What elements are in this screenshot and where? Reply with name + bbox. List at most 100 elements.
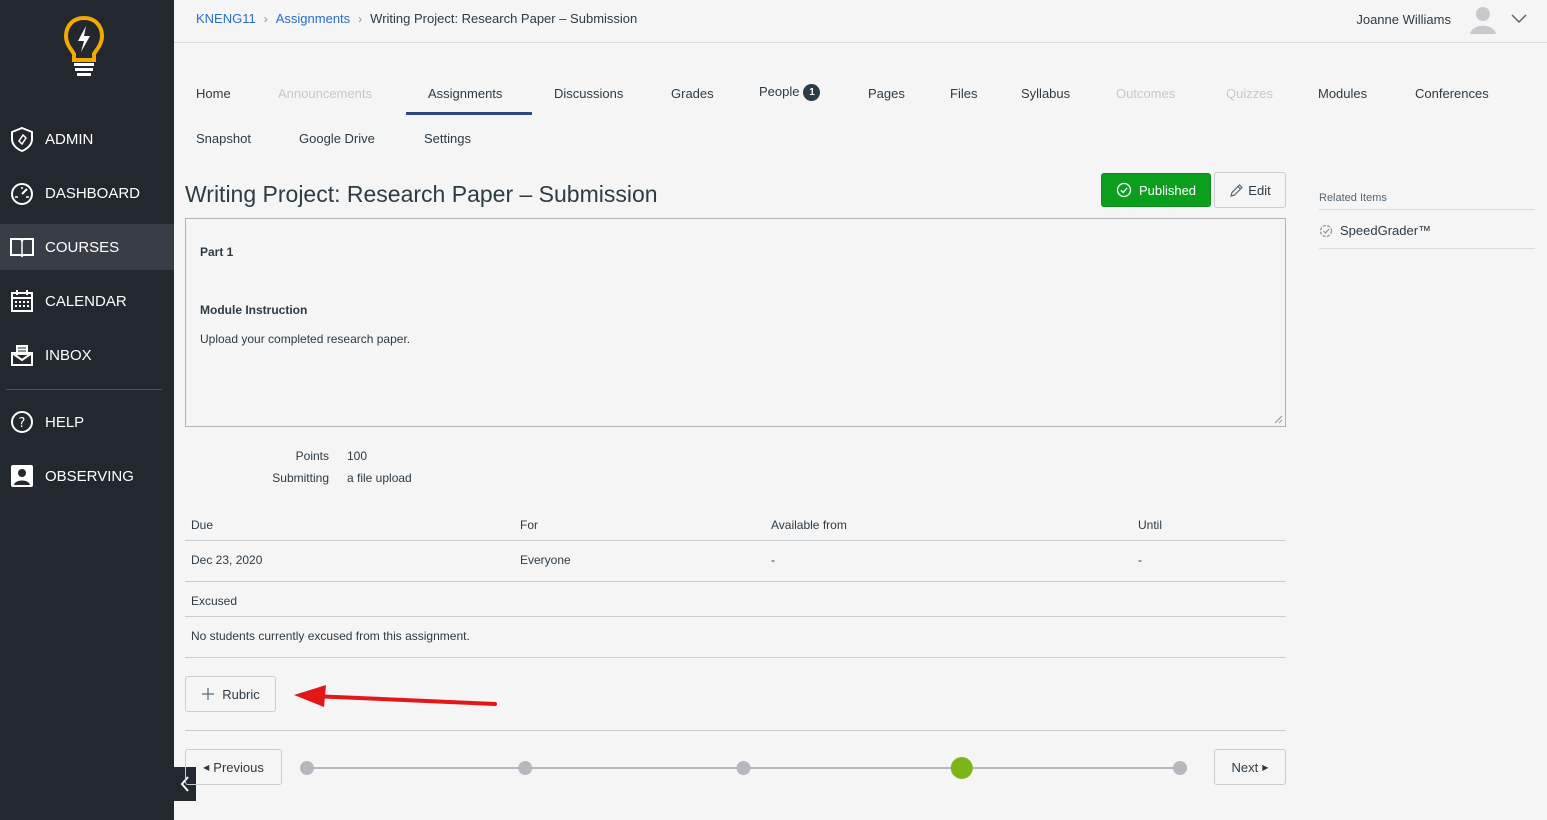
tab-outcomes[interactable]: Outcomes bbox=[1116, 86, 1175, 101]
resize-handle-icon[interactable] bbox=[1274, 415, 1283, 424]
submitting-value: a file upload bbox=[347, 471, 412, 485]
sidebar-item-courses[interactable]: COURSES bbox=[0, 224, 174, 270]
submitting-label: Submitting bbox=[272, 471, 329, 485]
user-name: Joanne Williams bbox=[1356, 11, 1451, 27]
tab-pages[interactable]: Pages bbox=[868, 86, 905, 101]
tab-syllabus[interactable]: Syllabus bbox=[1021, 86, 1070, 101]
tab-assignments[interactable]: Assignments bbox=[428, 86, 502, 101]
tab-announcements[interactable]: Announcements bbox=[278, 86, 372, 101]
table-divider bbox=[185, 581, 1286, 582]
sidebar-item-dashboard[interactable]: DASHBOARD bbox=[0, 170, 174, 216]
table-header-for: For bbox=[520, 518, 538, 532]
available-from-value: - bbox=[771, 553, 775, 567]
description-heading: Module Instruction bbox=[200, 303, 308, 317]
red-arrow-annotation bbox=[294, 685, 497, 707]
help-icon: ? bbox=[8, 408, 36, 436]
module-progress-bar bbox=[300, 757, 1187, 779]
sidebar-item-help[interactable]: ? HELP bbox=[0, 399, 174, 445]
breadcrumb-course-link[interactable]: KNENG11 bbox=[196, 11, 256, 26]
sidebar-item-inbox[interactable]: INBOX bbox=[0, 332, 174, 378]
top-header: KNENG11 › Assignments › Writing Project:… bbox=[174, 0, 1547, 43]
sidebar-item-label: DASHBOARD bbox=[45, 184, 141, 202]
tab-snapshot[interactable]: Snapshot bbox=[196, 131, 251, 146]
sidebar-item-label: HELP bbox=[45, 413, 85, 431]
description-part: Part 1 bbox=[200, 245, 234, 259]
related-items-title: Related Items bbox=[1319, 192, 1387, 204]
published-button[interactable]: Published bbox=[1101, 173, 1211, 207]
assignment-description: Part 1 Module Instruction Upload your co… bbox=[185, 218, 1286, 427]
breadcrumb-current: Writing Project: Research Paper – Submis… bbox=[370, 11, 638, 26]
chevron-down-icon[interactable] bbox=[1511, 14, 1527, 24]
sidebar-item-label: CALENDAR bbox=[45, 292, 127, 310]
edit-label: Edit bbox=[1248, 182, 1271, 198]
points-value: 100 bbox=[347, 449, 368, 463]
tab-people-label: People bbox=[759, 84, 800, 99]
speedgrader-link[interactable]: SpeedGrader™ bbox=[1319, 223, 1431, 238]
sidebar-item-label: COURSES bbox=[45, 238, 120, 256]
table-divider bbox=[185, 657, 1286, 658]
observer-icon bbox=[8, 462, 36, 490]
progress-step[interactable] bbox=[736, 761, 751, 775]
sidebar-item-observing[interactable]: OBSERVING bbox=[0, 453, 174, 499]
people-count-badge: 1 bbox=[803, 84, 821, 102]
sidebar-item-label: OBSERVING bbox=[45, 467, 134, 485]
for-value: Everyone bbox=[520, 553, 571, 567]
progress-step-current[interactable] bbox=[950, 757, 973, 779]
table-divider bbox=[185, 616, 1286, 617]
sidebar-item-label: ADMIN bbox=[45, 130, 94, 148]
excused-heading: Excused bbox=[191, 594, 238, 608]
previous-label: Previous bbox=[213, 759, 264, 775]
progress-step[interactable] bbox=[300, 761, 314, 775]
published-label: Published bbox=[1138, 182, 1197, 198]
caret-left-icon: ◀ bbox=[203, 762, 210, 772]
related-divider bbox=[1319, 248, 1535, 249]
next-button[interactable]: Next ▶ bbox=[1214, 749, 1286, 785]
sidebar-item-admin[interactable]: ADMIN bbox=[0, 116, 174, 162]
tab-home[interactable]: Home bbox=[196, 86, 231, 101]
description-text: Upload your completed research paper. bbox=[200, 332, 411, 346]
table-header-due: Due bbox=[191, 518, 214, 532]
edit-button[interactable]: Edit bbox=[1214, 172, 1286, 208]
tab-modules[interactable]: Modules bbox=[1318, 86, 1367, 101]
related-divider bbox=[1319, 209, 1535, 210]
tab-grades[interactable]: Grades bbox=[671, 86, 714, 101]
page-title: Writing Project: Research Paper – Submis… bbox=[185, 181, 658, 207]
progress-step[interactable] bbox=[1173, 761, 1187, 775]
sidebar-divider bbox=[6, 389, 162, 390]
user-menu[interactable]: Joanne Williams bbox=[1356, 3, 1527, 35]
dashboard-icon bbox=[8, 179, 36, 207]
table-header-until: Until bbox=[1138, 518, 1163, 532]
breadcrumb-assignments-link[interactable]: Assignments bbox=[276, 11, 350, 26]
add-rubric-button[interactable]: Rubric bbox=[185, 676, 276, 712]
calendar-icon bbox=[8, 287, 36, 315]
breadcrumb: KNENG11 › Assignments › Writing Project:… bbox=[196, 11, 637, 26]
breadcrumb-separator-icon: › bbox=[358, 11, 363, 26]
sidebar-item-label: INBOX bbox=[45, 346, 92, 364]
section-divider bbox=[185, 730, 1286, 731]
tab-settings[interactable]: Settings bbox=[424, 131, 471, 146]
breadcrumb-separator-icon: › bbox=[263, 11, 268, 26]
shield-icon bbox=[8, 125, 36, 153]
avatar[interactable] bbox=[1467, 3, 1499, 35]
until-value: - bbox=[1138, 553, 1142, 567]
excused-text: No students currently excused from this … bbox=[191, 629, 470, 643]
tab-people[interactable]: People 1 bbox=[759, 84, 821, 102]
tab-quizzes[interactable]: Quizzes bbox=[1226, 86, 1273, 101]
speedgrader-icon bbox=[1319, 224, 1333, 237]
global-nav-sidebar: ADMIN DASHBOARD COURSES CALENDAR INBOX ?… bbox=[0, 0, 174, 820]
pencil-icon bbox=[1230, 183, 1244, 197]
tab-discussions[interactable]: Discussions bbox=[554, 86, 623, 101]
tab-conferences[interactable]: Conferences bbox=[1415, 86, 1489, 101]
previous-button[interactable]: ◀ Previous bbox=[185, 749, 282, 785]
points-label: Points bbox=[295, 449, 329, 463]
tab-files[interactable]: Files bbox=[950, 86, 977, 101]
plus-icon bbox=[202, 688, 215, 700]
lightbulb-logo-icon[interactable] bbox=[62, 14, 106, 76]
table-divider bbox=[185, 540, 1286, 541]
table-header-available-from: Available from bbox=[771, 518, 847, 532]
sidebar-item-calendar[interactable]: CALENDAR bbox=[0, 278, 174, 324]
next-label: Next bbox=[1231, 759, 1259, 775]
due-date-value: Dec 23, 2020 bbox=[191, 553, 263, 567]
tab-google-drive[interactable]: Google Drive bbox=[299, 131, 375, 146]
progress-step[interactable] bbox=[518, 761, 533, 775]
